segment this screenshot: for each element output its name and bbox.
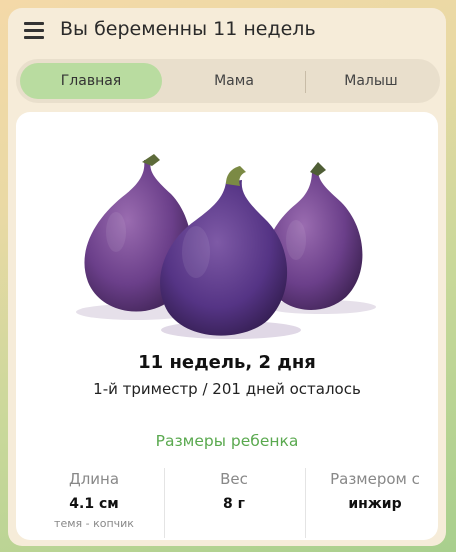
metric-weight: Вес 8 г	[164, 470, 304, 512]
weeks-text: 11 недель, 2 дня	[138, 352, 316, 373]
metric-label: Вес	[220, 470, 248, 488]
metric-length: Длина 4.1 см темя - копчик	[24, 470, 164, 530]
metric-size-comparison: Размером с инжир	[305, 470, 445, 512]
tab-home[interactable]: Главная	[20, 63, 162, 99]
fig-image	[76, 154, 376, 339]
content-panel: 11 недель, 2 дня 1-й триместр / 201 дней…	[16, 112, 438, 540]
metric-value: 8 г	[223, 496, 245, 512]
tab-bar: Главная Мама Малыш	[16, 59, 440, 103]
metric-label: Размером с	[330, 470, 420, 488]
metric-label: Длина	[68, 470, 120, 488]
tab-baby[interactable]: Малыш	[306, 63, 436, 99]
tab-mom[interactable]: Мама	[164, 63, 304, 99]
metric-value: инжир	[348, 496, 402, 512]
metric-sub: темя - копчик	[54, 517, 134, 530]
hamburger-menu-icon[interactable]	[24, 22, 44, 39]
top-bar: Вы беременны 11 недель	[8, 8, 446, 54]
metric-value: 4.1 см	[69, 496, 119, 512]
trimester-text: 1-й триместр / 201 дней осталось	[93, 380, 361, 398]
app-card: Вы беременны 11 недель Главная Мама Малы…	[8, 8, 446, 546]
page-title: Вы беременны 11 недель	[60, 18, 316, 40]
baby-sizes-title: Размеры ребенка	[155, 432, 299, 450]
